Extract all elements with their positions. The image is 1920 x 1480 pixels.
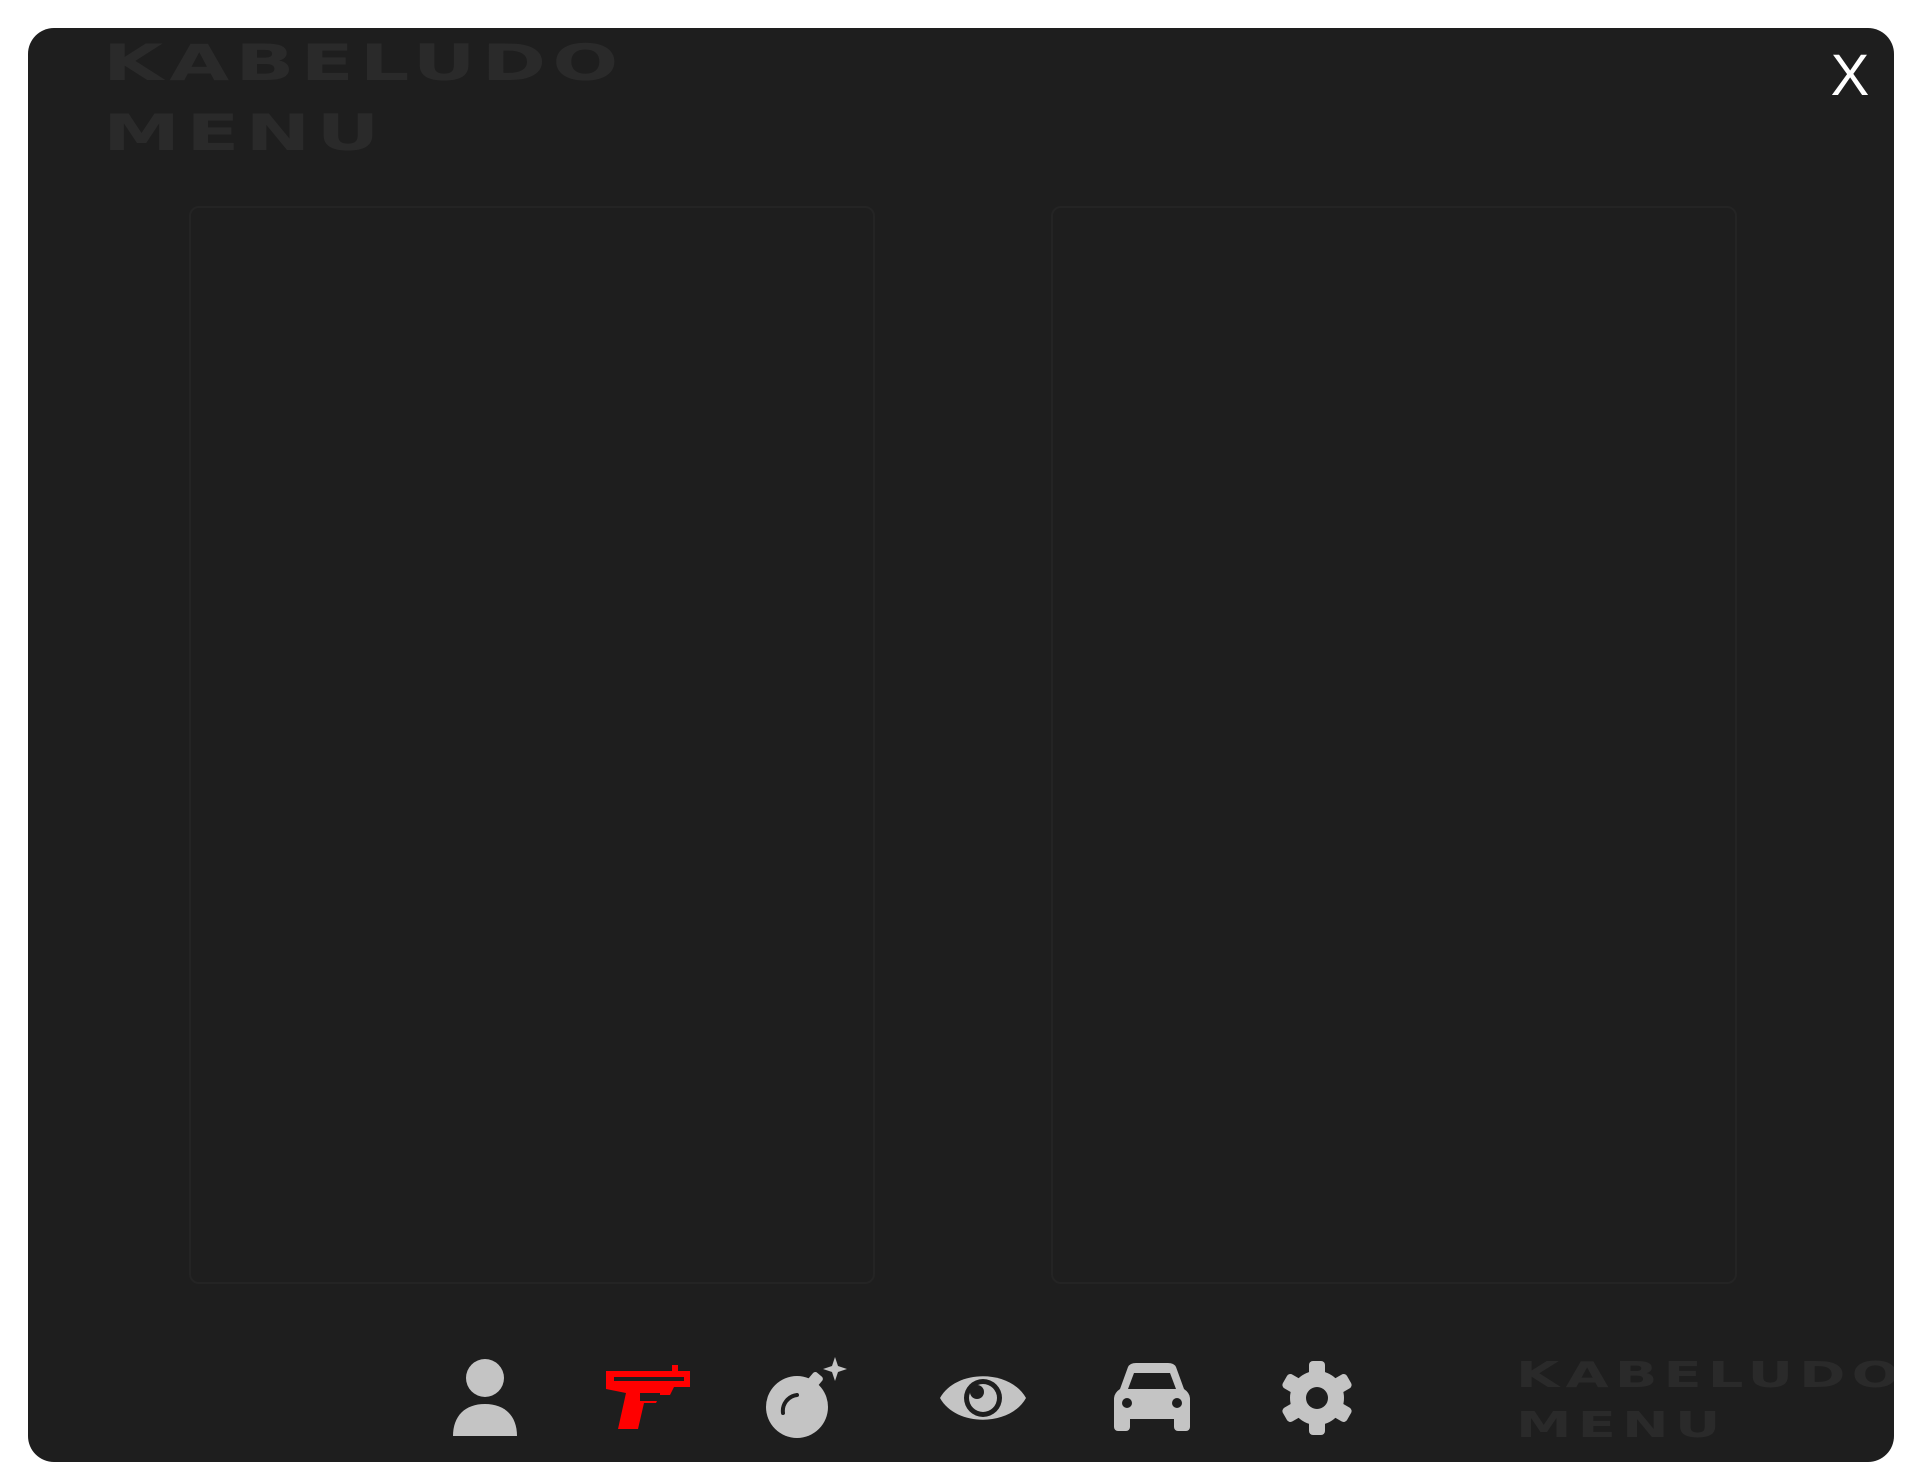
nav-weapon-button[interactable] [599, 1348, 699, 1448]
nav-vehicle-button[interactable] [1102, 1348, 1202, 1448]
logo-line-2: MENU [1516, 1405, 1727, 1446]
nav-settings-button[interactable] [1267, 1348, 1367, 1448]
close-button[interactable]: X [1818, 44, 1882, 108]
eye-icon [940, 1376, 1026, 1420]
nav-explosives-button[interactable] [758, 1348, 858, 1448]
gear-icon [1282, 1361, 1352, 1435]
user-icon [453, 1359, 517, 1436]
car-icon [1114, 1363, 1190, 1431]
right-panel [1051, 206, 1737, 1284]
logo-watermark-bottom: KABELUDO MENU [1516, 1358, 1894, 1444]
logo-line-1: KABELUDO [103, 34, 625, 92]
logo-line-2: MENU [103, 104, 386, 162]
nav-visuals-button[interactable] [933, 1348, 1033, 1448]
logo-watermark-top: KABELUDO MENU [103, 38, 624, 158]
gun-icon [606, 1365, 690, 1429]
nav-player-button[interactable] [435, 1348, 535, 1448]
left-panel [189, 206, 875, 1284]
logo-line-1: KABELUDO [1516, 1355, 1894, 1396]
menu-window: KABELUDO MENU X KABELUDO MENU [28, 28, 1894, 1462]
bomb-icon [766, 1357, 847, 1438]
